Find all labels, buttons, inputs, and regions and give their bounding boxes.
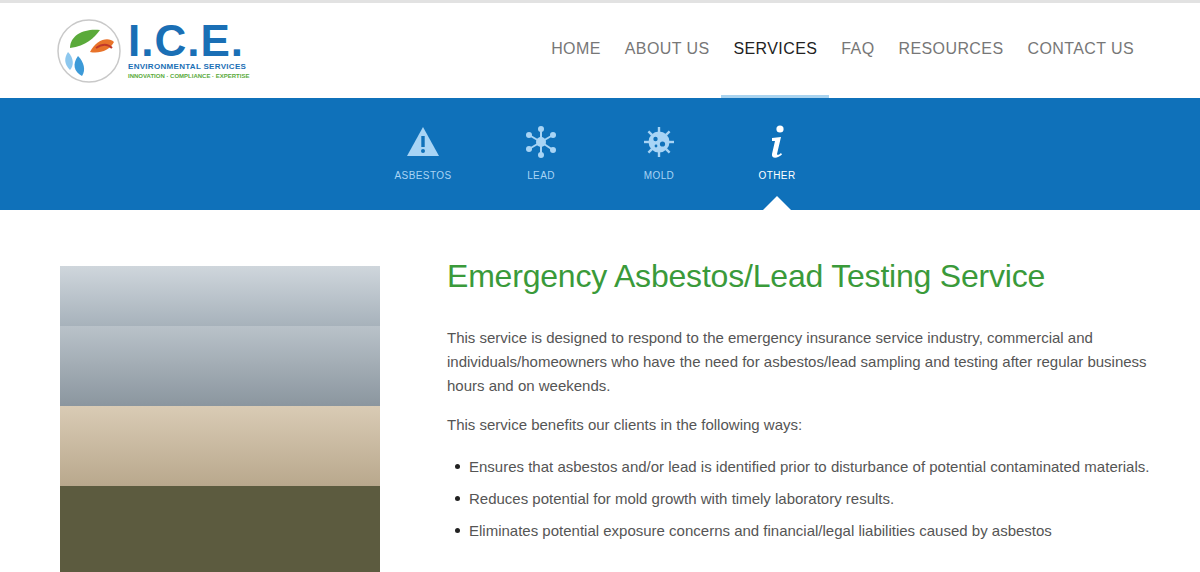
- warning-icon: [405, 124, 441, 160]
- benefit-item: Ensures that asbestos and/or lead is ide…: [447, 454, 1160, 479]
- benefit-item: Reduces potential for mold growth with t…: [447, 486, 1160, 511]
- service-tab[interactable]: OTHER: [718, 98, 836, 210]
- page: I.C.E.ENVIRONMENTAL SERVICESINNOVATION ·…: [0, 0, 1200, 572]
- molecule-icon: [523, 124, 559, 160]
- nav-item[interactable]: RESOURCES: [887, 3, 1016, 98]
- service-tab[interactable]: LEAD: [482, 98, 600, 210]
- service-tab-label: ASBESTOS: [395, 170, 452, 181]
- benefit-list: Ensures that asbestos and/or lead is ide…: [447, 454, 1160, 543]
- site-header: I.C.E.ENVIRONMENTAL SERVICESINNOVATION ·…: [0, 3, 1200, 98]
- service-tab-label: MOLD: [644, 170, 675, 181]
- virus-icon: [641, 124, 677, 160]
- service-description: Emergency Asbestos/Lead Testing Service T…: [447, 256, 1160, 550]
- service-tab-label: OTHER: [759, 170, 796, 181]
- logo-name: I.C.E.: [128, 20, 249, 62]
- roof-photo: [60, 266, 380, 572]
- page-title: Emergency Asbestos/Lead Testing Service: [447, 256, 1160, 296]
- logo[interactable]: I.C.E.ENVIRONMENTAL SERVICESINNOVATION ·…: [56, 3, 249, 98]
- content: Emergency Asbestos/Lead Testing Service T…: [0, 210, 1200, 572]
- nav-item[interactable]: HOME: [539, 3, 613, 98]
- nav-item[interactable]: CONTACT US: [1015, 3, 1146, 98]
- logo-subtitle: ENVIRONMENTAL SERVICES: [128, 62, 249, 72]
- logo-leaf-icon: [56, 18, 122, 84]
- service-tab[interactable]: ASBESTOS: [364, 98, 482, 210]
- nav-item[interactable]: FAQ: [829, 3, 886, 98]
- selected-notch: [763, 196, 791, 210]
- service-tabs: ASBESTOS LEAD MOLD OTHER: [0, 98, 1200, 210]
- info-icon: [759, 124, 795, 160]
- logo-tagline: INNOVATION · COMPLIANCE · EXPERTISE: [128, 72, 249, 81]
- service-tab[interactable]: MOLD: [600, 98, 718, 210]
- main-nav: HOMEABOUT USSERVICESFAQRESOURCESCONTACT …: [539, 3, 1146, 98]
- nav-item[interactable]: ABOUT US: [613, 3, 722, 98]
- paragraph: This service is designed to respond to t…: [447, 326, 1160, 398]
- service-tab-label: LEAD: [527, 170, 555, 181]
- paragraph: This service benefits our clients in the…: [447, 413, 1160, 437]
- nav-item[interactable]: SERVICES: [721, 3, 829, 98]
- benefit-item: Eliminates potential exposure concerns a…: [447, 518, 1160, 543]
